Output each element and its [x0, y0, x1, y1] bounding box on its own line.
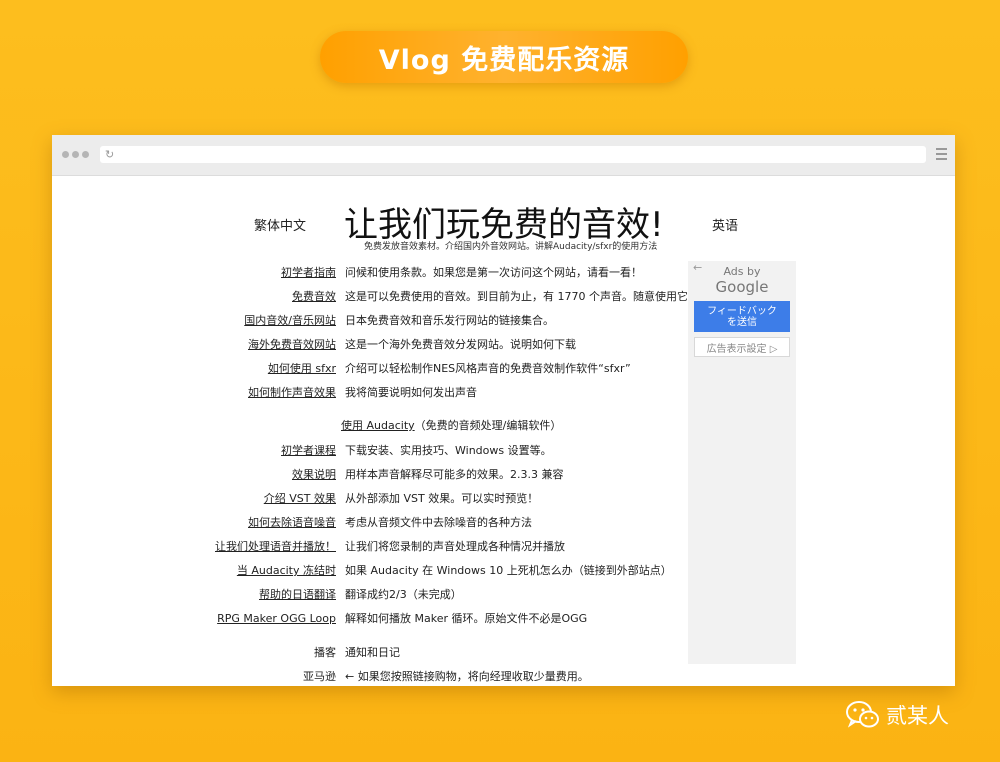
item-description: 下载安装、实用技巧、Windows 设置等。: [345, 444, 552, 457]
nav-link[interactable]: 效果说明: [292, 467, 336, 483]
item-description: 我将简要说明如何发出声音: [345, 386, 477, 399]
item-description: ← 如果您按照链接购物，将向经理收取少量费用。: [345, 670, 589, 683]
send-feedback-button[interactable]: フィードバック を送信: [694, 301, 790, 332]
item-description: 通知和日记: [345, 646, 400, 659]
list-item: 亚马逊 ← 如果您按照链接购物，将向经理收取少量费用。: [52, 669, 955, 685]
brand-name: 贰某人: [886, 704, 949, 728]
nav-link[interactable]: 如何制作声音效果: [248, 385, 336, 401]
list-item: 如何制作声音效果 我将简要说明如何发出声音: [52, 385, 955, 401]
address-bar[interactable]: ↻: [100, 146, 926, 163]
item-description: 让我们将您录制的声音处理成各种情况并播放: [345, 540, 565, 553]
feedback-label-line1: フィードバック: [707, 305, 777, 317]
list-item: RPG Maker OGG Loop 解释如何播放 Maker 循环。原始文件不…: [52, 611, 955, 627]
window-dot-icon[interactable]: [62, 151, 69, 158]
nav-link[interactable]: RPG Maker OGG Loop: [217, 611, 336, 627]
item-description: 用样本声音解释尽可能多的效果。2.3.3 兼容: [345, 468, 564, 481]
lang-link-english[interactable]: 英语: [712, 215, 738, 234]
browser-toolbar: ↻: [52, 135, 955, 176]
list-item: 免费音效 这是可以免费使用的音效。到目前为止，有 1770 个声音。随意使用它: [52, 289, 955, 305]
list-item: 如何去除语音噪音 考虑从音频文件中去除噪音的各种方法: [52, 515, 955, 531]
item-description: 日本免费音效和音乐发行网站的链接集合。: [345, 314, 554, 327]
feedback-label-line2: を送信: [727, 316, 757, 328]
list-item: 如何使用 sfxr 介绍可以轻松制作NES风格声音的免费音效制作软件“sfxr”: [52, 361, 955, 377]
item-description: 问候和使用条款。如果您是第一次访问这个网站，请看一看！: [345, 266, 642, 279]
list-item: 播客 通知和日记: [52, 645, 955, 661]
reload-icon[interactable]: ↻: [105, 146, 114, 163]
list-item: 海外免费音效网站 这是一个海外免费音效分发网站。说明如何下载: [52, 337, 955, 353]
item-description: 解释如何播放 Maker 循环。原始文件不必是OGG: [345, 612, 588, 625]
list-item: 初学者课程 下载安装、实用技巧、Windows 设置等。: [52, 443, 955, 459]
window-dot-icon[interactable]: [82, 151, 89, 158]
window-dot-icon[interactable]: [72, 151, 79, 158]
item-label: 播客: [314, 646, 336, 659]
item-description: 这是一个海外免费音效分发网站。说明如何下载: [345, 338, 576, 351]
ad-settings-button[interactable]: 広告表示設定 ▷: [694, 337, 790, 357]
google-logo-text: Google: [715, 278, 769, 296]
nav-link[interactable]: 海外免费音效网站: [248, 337, 336, 353]
page-subtitle: 免费发放音效素材。介绍国内外音效网站。讲解Audacity/sfxr的使用方法: [364, 242, 658, 252]
browser-window: ↻ 繁体中文 让我们玩免费的音效! 英语 免费发放音效素材。介绍国内外音效网站。…: [52, 135, 955, 686]
audacity-description: （免费的音频处理/编辑软件）: [414, 419, 562, 432]
audacity-link[interactable]: 使用 Audacity: [341, 419, 415, 432]
nav-link[interactable]: 帮助的日语翻译: [259, 587, 336, 603]
nav-link[interactable]: 初学者指南: [281, 265, 336, 281]
menu-icon[interactable]: [936, 148, 947, 160]
wechat-icon: [846, 701, 879, 728]
item-description: 翻译成约2/3（未完成）: [345, 588, 462, 601]
item-description: 从外部添加 VST 效果。可以实时预览！: [345, 492, 539, 505]
list-item: 帮助的日语翻译 翻译成约2/3（未完成）: [52, 587, 955, 603]
list-item: 让我们处理语音并播放！ 让我们将您录制的声音处理成各种情况并播放: [52, 539, 955, 555]
nav-link[interactable]: 如何使用 sfxr: [268, 361, 336, 377]
item-description: 考虑从音频文件中去除噪音的各种方法: [345, 516, 532, 529]
nav-link[interactable]: 国内音效/音乐网站: [244, 313, 336, 329]
ads-by-label: Ads by: [723, 265, 761, 278]
nav-link[interactable]: 如何去除语音噪音: [248, 515, 336, 531]
nav-link[interactable]: 免费音效: [292, 289, 336, 305]
item-description: 这是可以免费使用的音效。到目前为止，有 1770 个声音。随意使用它: [345, 290, 688, 303]
nav-link[interactable]: 初学者课程: [281, 443, 336, 459]
list-item: 效果说明 用样本声音解释尽可能多的效果。2.3.3 兼容: [52, 467, 955, 483]
page-content: 繁体中文 让我们玩免费的音效! 英语 免费发放音效素材。介绍国内外音效网站。讲解…: [52, 175, 955, 686]
banner-title: Vlog 免费配乐资源: [320, 31, 688, 83]
item-description: 介绍可以轻松制作NES风格声音的免费音效制作软件“sfxr”: [345, 362, 631, 375]
nav-link[interactable]: 让我们处理语音并播放！: [215, 539, 336, 555]
audacity-section-header: 使用 Audacity（免费的音频处理/编辑软件）: [341, 418, 561, 434]
brand-signature: 贰某人: [846, 698, 949, 732]
list-item: 介绍 VST 效果 从外部添加 VST 效果。可以实时预览！: [52, 491, 955, 507]
list-item: 国内音效/音乐网站 日本免费音效和音乐发行网站的链接集合。: [52, 313, 955, 329]
list-item: 当 Audacity 冻结时 如果 Audacity 在 Windows 10 …: [52, 563, 955, 579]
nav-link[interactable]: 介绍 VST 效果: [264, 491, 336, 507]
list-item: 初学者指南 问候和使用条款。如果您是第一次访问这个网站，请看一看！: [52, 265, 955, 281]
item-label: 亚马逊: [303, 670, 336, 683]
lang-link-traditional-chinese[interactable]: 繁体中文: [254, 215, 306, 234]
item-description: 如果 Audacity 在 Windows 10 上死机怎么办（链接到外部站点）: [345, 564, 672, 577]
ad-panel: ← Ads by Google フィードバック を送信 広告表示設定 ▷: [688, 261, 796, 664]
nav-link[interactable]: 当 Audacity 冻结时: [237, 563, 336, 579]
